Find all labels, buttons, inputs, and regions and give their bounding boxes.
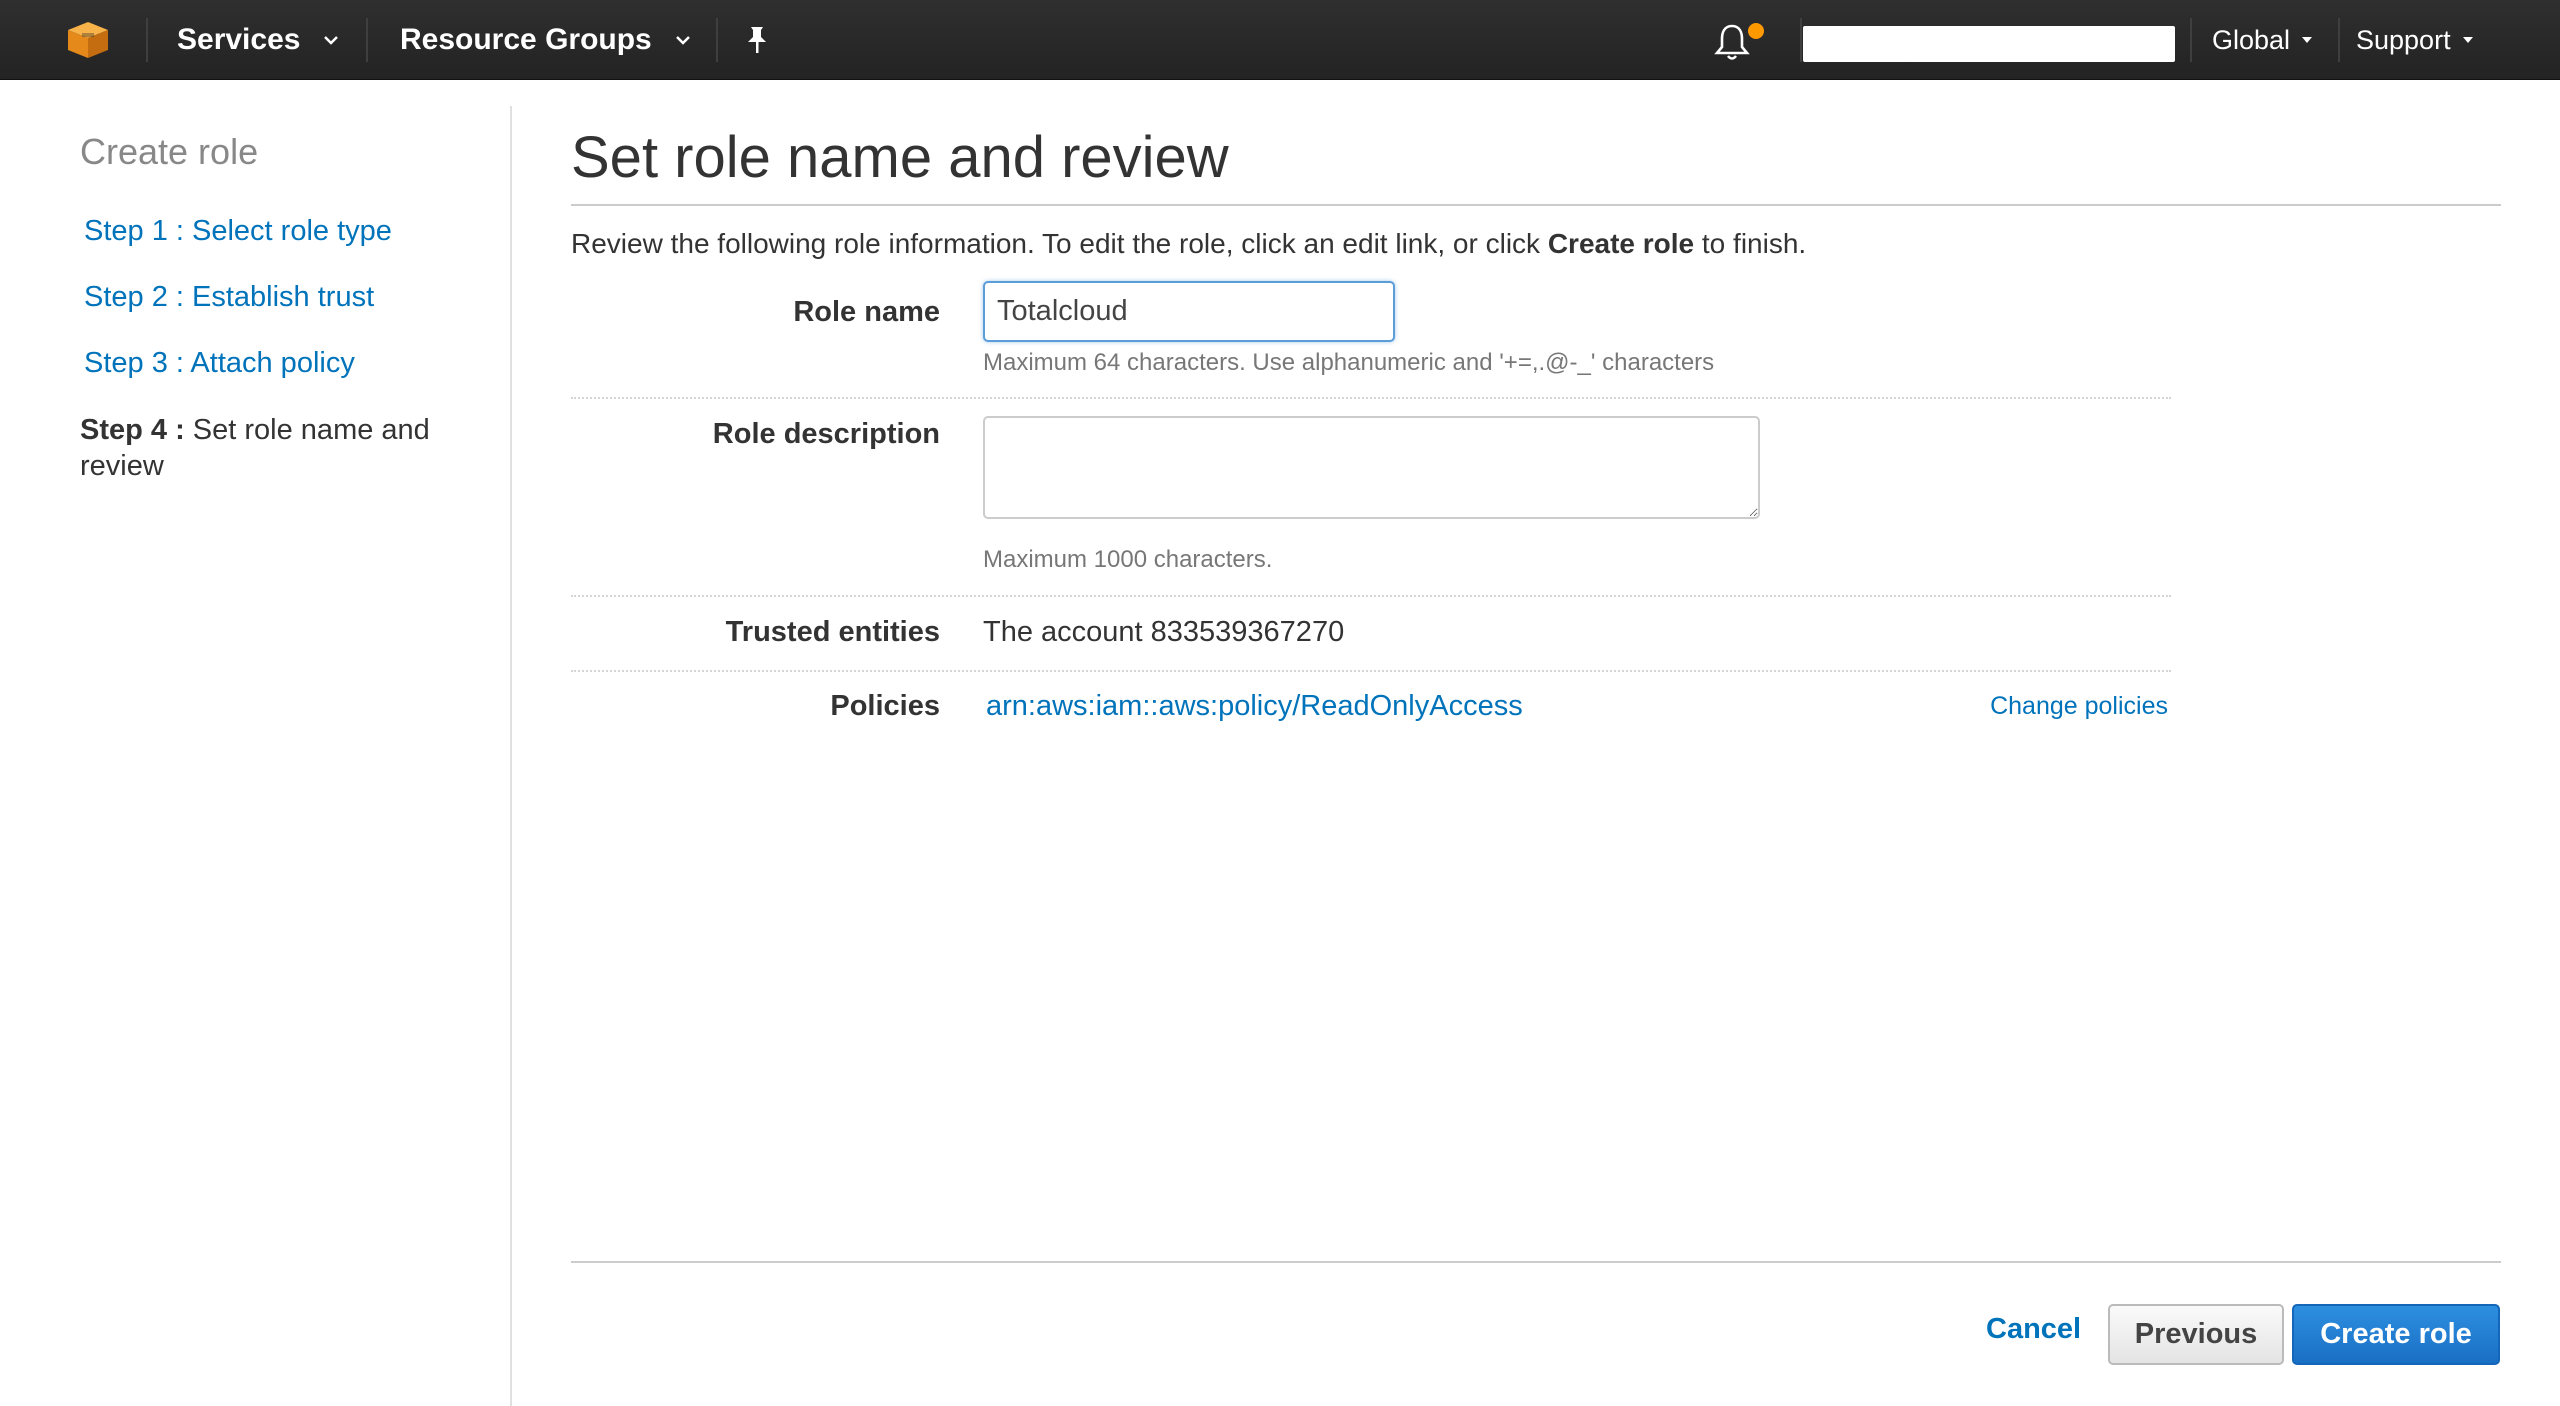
services-label: Services: [177, 23, 301, 56]
intro-bold: Create role: [1547, 228, 1695, 259]
intro-text: Review the following role information. T…: [571, 228, 1806, 260]
intro-before: Review the following role information. T…: [571, 228, 1548, 259]
intro-after: to finish.: [1694, 228, 1807, 259]
page-title: Set role name and review: [571, 125, 1229, 190]
trusted-entities-label: Trusted entities: [725, 616, 940, 648]
title-divider: [571, 204, 2501, 206]
chevron-down-icon: [2302, 37, 2313, 43]
previous-button[interactable]: Previous: [2108, 1304, 2284, 1365]
row-divider: [571, 397, 2171, 399]
step-3-link[interactable]: Step 3 : Attach policy: [84, 347, 355, 380]
role-name-hint: Maximum 64 characters. Use alphanumeric …: [983, 349, 1715, 376]
bell-icon[interactable]: [1713, 22, 1751, 62]
row-divider: [571, 595, 2171, 597]
nav-separator: [716, 18, 718, 62]
footer-divider: [571, 1261, 2501, 1263]
pin-icon[interactable]: [742, 24, 772, 56]
cancel-button[interactable]: Cancel: [1986, 1313, 2081, 1346]
trusted-entities-value: The account 833539367270: [983, 616, 1345, 648]
nav-separator: [146, 18, 148, 62]
nav-separator: [366, 18, 368, 62]
policies-label: Policies: [830, 690, 940, 722]
region-menu[interactable]: Global: [2212, 0, 2314, 80]
chevron-down-icon: [324, 36, 339, 45]
row-divider: [571, 670, 2171, 672]
top-navigation-bar: Services Resource Groups Global Support: [0, 0, 2560, 80]
support-menu[interactable]: Support: [2356, 0, 2475, 80]
role-description-label: Role description: [712, 418, 940, 450]
resource-groups-menu[interactable]: Resource Groups: [400, 0, 692, 80]
role-description-hint: Maximum 1000 characters.: [983, 546, 1273, 573]
role-name-label: Role name: [793, 296, 940, 328]
nav-separator: [1800, 18, 1802, 62]
nav-separator: [2338, 18, 2340, 62]
sidebar-title: Create role: [80, 131, 259, 172]
policy-arn-link[interactable]: arn:aws:iam::aws:policy/ReadOnlyAccess: [986, 690, 1523, 723]
chevron-down-icon: [675, 36, 690, 45]
services-menu[interactable]: Services: [177, 0, 340, 80]
change-policies-link[interactable]: Change policies: [1990, 692, 2168, 721]
step-1-link[interactable]: Step 1 : Select role type: [84, 215, 392, 248]
role-name-input[interactable]: [983, 281, 1395, 342]
support-label: Support: [2356, 24, 2451, 55]
region-label: Global: [2212, 24, 2291, 55]
resource-groups-label: Resource Groups: [400, 23, 652, 56]
notification-badge: [1748, 23, 1764, 39]
role-description-textarea[interactable]: [983, 416, 1760, 519]
chevron-down-icon: [2462, 37, 2473, 43]
aws-cube-icon[interactable]: [66, 20, 110, 60]
nav-separator: [2190, 18, 2192, 62]
create-role-button[interactable]: Create role: [2292, 1304, 2500, 1365]
account-menu[interactable]: [1803, 26, 2175, 62]
